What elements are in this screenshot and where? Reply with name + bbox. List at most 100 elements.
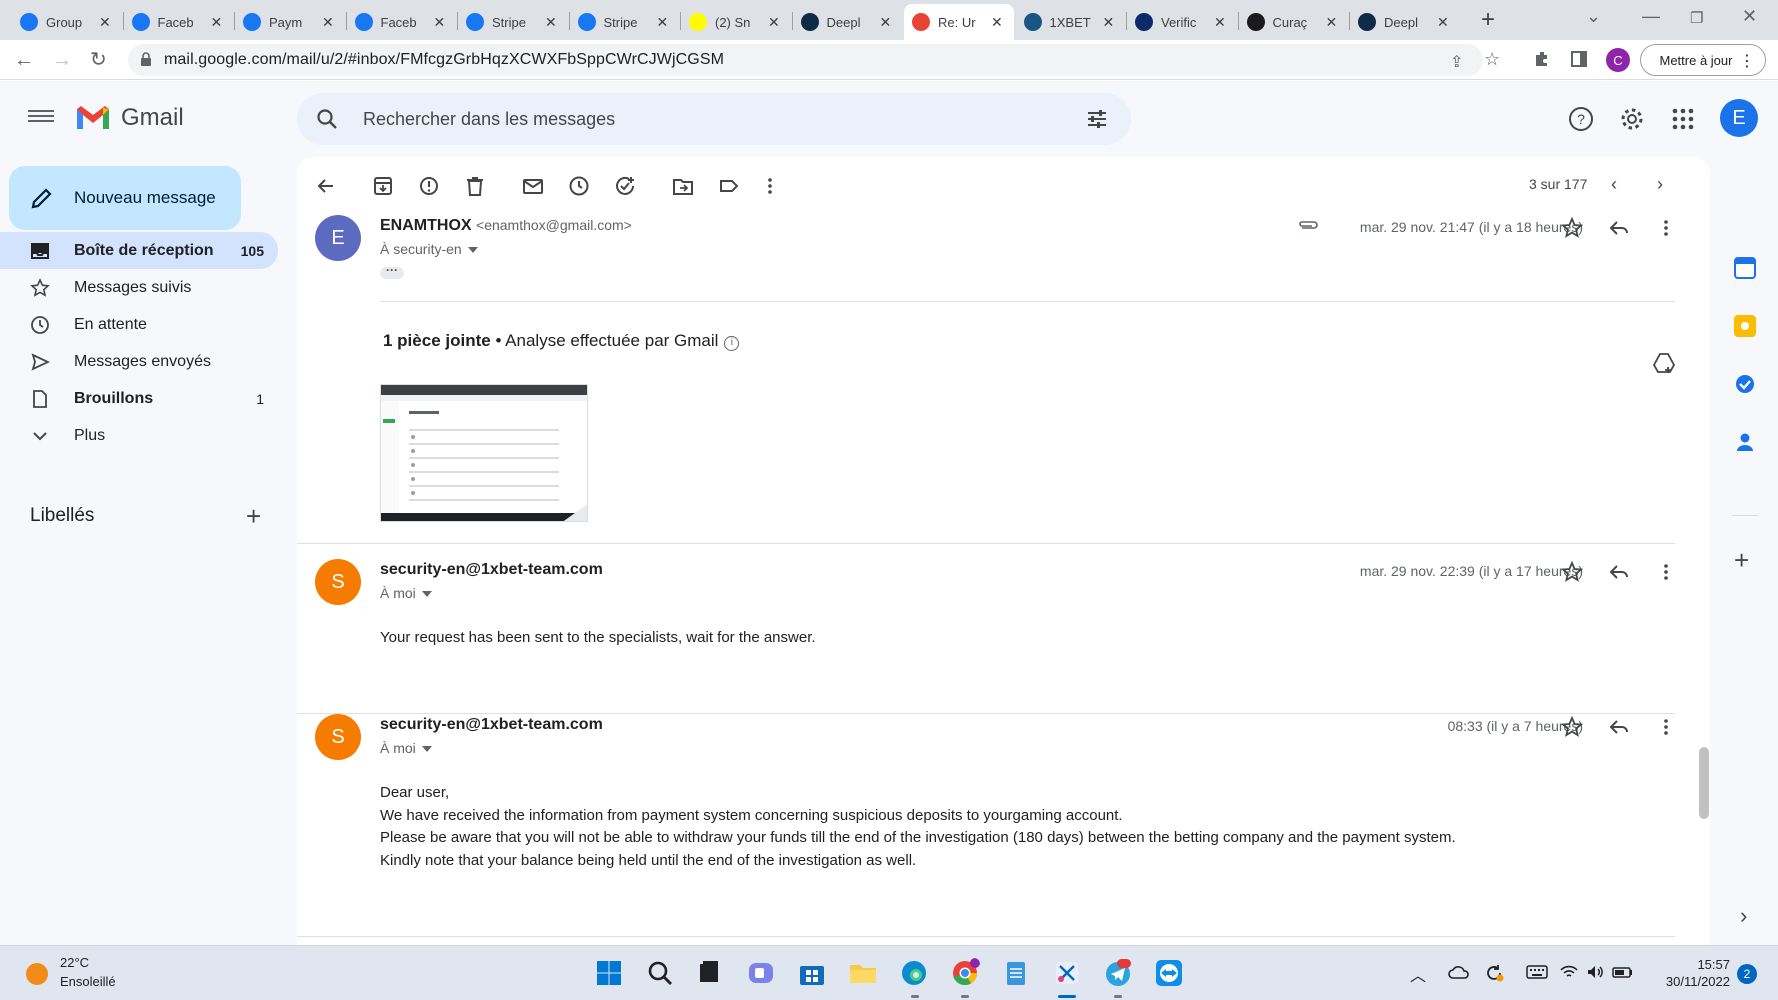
sidebar-item-4[interactable]: Messages envoyés xyxy=(0,343,278,380)
sidebar-item-6[interactable]: Plus xyxy=(0,417,278,454)
add-label-button[interactable]: + xyxy=(246,501,261,532)
tab-close-icon[interactable]: ✕ xyxy=(768,14,780,31)
snipping-tool-icon[interactable] xyxy=(1052,958,1082,988)
apps-grid-icon[interactable] xyxy=(1669,105,1697,133)
browser-tab[interactable]: Re: Ur ✕ xyxy=(904,4,1014,40)
sidebar-item-2[interactable]: Messages suivis xyxy=(0,269,278,306)
message-more-icon[interactable] xyxy=(1655,561,1677,583)
bookmark-star-icon[interactable]: ☆ xyxy=(1484,49,1500,70)
browser-tab[interactable]: Faceb ✕ xyxy=(347,4,457,40)
search-input[interactable]: Rechercher dans les messages xyxy=(363,109,615,130)
teams-chat-icon[interactable] xyxy=(746,958,776,988)
side-panel-icon[interactable] xyxy=(1571,51,1587,67)
task-view-icon[interactable] xyxy=(694,958,724,988)
recipient-details-caret-icon[interactable] xyxy=(421,746,432,753)
forward-button[interactable]: → xyxy=(52,50,72,70)
browser-tab[interactable]: Stripe ✕ xyxy=(458,4,568,40)
browser-tab[interactable]: Stripe ✕ xyxy=(570,4,680,40)
star-icon[interactable] xyxy=(1561,561,1583,583)
microsoft-store-icon[interactable] xyxy=(797,958,827,988)
browser-tab[interactable]: Faceb ✕ xyxy=(124,4,234,40)
close-window-button[interactable]: ✕ xyxy=(1742,6,1757,27)
new-tab-button[interactable]: + xyxy=(1481,6,1495,34)
reload-button[interactable]: ↻ xyxy=(90,50,107,70)
url-text[interactable]: mail.google.com/mail/u/2/#inbox/FMfcgzGr… xyxy=(164,51,724,69)
show-trimmed-content-button[interactable]: ··· xyxy=(380,264,404,279)
calendar-icon[interactable] xyxy=(1734,257,1756,279)
sender-avatar[interactable]: S xyxy=(315,559,361,605)
sender-avatar[interactable]: E xyxy=(315,215,361,261)
update-button[interactable]: Mettre à jour ⋮ xyxy=(1640,44,1766,76)
notification-badge[interactable]: 2 xyxy=(1737,964,1757,984)
tasks-icon[interactable] xyxy=(1734,373,1756,395)
reply-icon[interactable] xyxy=(1608,561,1630,583)
tab-close-icon[interactable]: ✕ xyxy=(1437,14,1449,31)
tab-close-icon[interactable]: ✕ xyxy=(657,14,669,31)
delete-trash-icon[interactable] xyxy=(464,175,486,197)
newer-message-button[interactable]: ‹ xyxy=(1611,174,1617,195)
star-icon[interactable] xyxy=(1561,716,1583,738)
help-icon[interactable]: ? xyxy=(1567,105,1595,133)
tab-close-icon[interactable]: ✕ xyxy=(545,14,557,31)
info-icon[interactable]: i xyxy=(724,336,740,351)
browser-tab[interactable]: 1XBET ✕ xyxy=(1016,4,1126,40)
more-options-icon[interactable] xyxy=(759,175,781,197)
reply-icon[interactable] xyxy=(1608,716,1630,738)
browser-tab[interactable]: Group ✕ xyxy=(12,4,122,40)
tab-close-icon[interactable]: ✕ xyxy=(99,14,111,31)
snooze-clock-icon[interactable] xyxy=(568,175,590,197)
lock-icon[interactable] xyxy=(140,52,152,66)
extensions-icon[interactable] xyxy=(1533,50,1551,68)
scrollbar-thumb[interactable] xyxy=(1699,747,1709,819)
message-date[interactable]: mar. 29 nov. 22:39 (il y a 17 heures) xyxy=(1360,563,1583,579)
browser-tab[interactable]: Deepl ✕ xyxy=(793,4,903,40)
sidebar-item-5[interactable]: Brouillons 1 xyxy=(0,380,278,417)
get-addons-plus-icon[interactable]: + xyxy=(1734,545,1749,576)
omnibox[interactable]: mail.google.com/mail/u/2/#inbox/FMfcgzGr… xyxy=(128,44,1500,76)
gmail-logo-text[interactable]: Gmail xyxy=(121,104,184,132)
onedrive-cloud-icon[interactable] xyxy=(1448,964,1470,980)
weather-condition[interactable]: Ensoleillé xyxy=(60,974,116,989)
sender-email[interactable]: <enamthox@gmail.com> xyxy=(476,217,632,233)
taskbar-clock[interactable]: 15:57 30/11/2022 xyxy=(1660,956,1730,990)
tab-close-icon[interactable]: ✕ xyxy=(991,14,1003,31)
tab-close-icon[interactable]: ✕ xyxy=(434,14,446,31)
notepad-icon[interactable] xyxy=(1001,958,1031,988)
message-more-icon[interactable] xyxy=(1655,217,1677,239)
browser-profile-avatar[interactable]: C xyxy=(1606,48,1630,72)
archive-icon[interactable] xyxy=(372,175,394,197)
wifi-icon[interactable] xyxy=(1560,964,1578,980)
search-bar[interactable]: Rechercher dans les messages xyxy=(297,93,1131,145)
sidebar-item-3[interactable]: En attente xyxy=(0,306,278,343)
weather-temperature[interactable]: 22°C xyxy=(60,955,89,970)
sun-weather-icon[interactable] xyxy=(26,963,48,985)
search-options-icon[interactable] xyxy=(1085,107,1109,131)
sidebar-item-1[interactable]: Boîte de réception 105 xyxy=(0,232,278,269)
telegram-icon[interactable] xyxy=(1103,958,1133,988)
back-to-inbox-icon[interactable] xyxy=(315,175,337,197)
back-button[interactable]: ← xyxy=(14,50,34,70)
restore-button[interactable]: ❐ xyxy=(1690,9,1703,27)
sender-name[interactable]: ENAMTHOX <enamthox@gmail.com> xyxy=(380,217,632,235)
minimize-button[interactable]: — xyxy=(1642,6,1660,27)
browser-tab[interactable]: (2) Sn ✕ xyxy=(681,4,791,40)
tab-close-icon[interactable]: ✕ xyxy=(880,14,892,31)
browser-tab[interactable]: Curaç ✕ xyxy=(1239,4,1349,40)
recipient-line[interactable]: À moi xyxy=(380,740,432,756)
show-hidden-icons-chevron-icon[interactable]: ︿ xyxy=(1410,962,1426,986)
recipient-line[interactable]: À moi xyxy=(380,585,432,601)
add-to-drive-icon[interactable] xyxy=(1652,351,1676,375)
sender-display-name[interactable]: ENAMTHOX xyxy=(380,217,472,234)
sender-name[interactable]: security-en@1xbet-team.com xyxy=(380,716,603,734)
battery-icon[interactable] xyxy=(1612,964,1634,980)
gmail-logo-icon[interactable] xyxy=(75,103,111,131)
report-spam-icon[interactable] xyxy=(418,175,440,197)
start-windows-icon[interactable] xyxy=(594,958,624,988)
browser-tab[interactable]: Verific ✕ xyxy=(1127,4,1237,40)
move-to-folder-icon[interactable] xyxy=(672,175,694,197)
chrome-browser-icon[interactable] xyxy=(950,958,980,988)
teamviewer-icon[interactable] xyxy=(1154,958,1184,988)
older-message-button[interactable]: › xyxy=(1657,174,1663,195)
add-task-icon[interactable] xyxy=(614,175,636,197)
sender-avatar[interactable]: S xyxy=(315,714,361,760)
